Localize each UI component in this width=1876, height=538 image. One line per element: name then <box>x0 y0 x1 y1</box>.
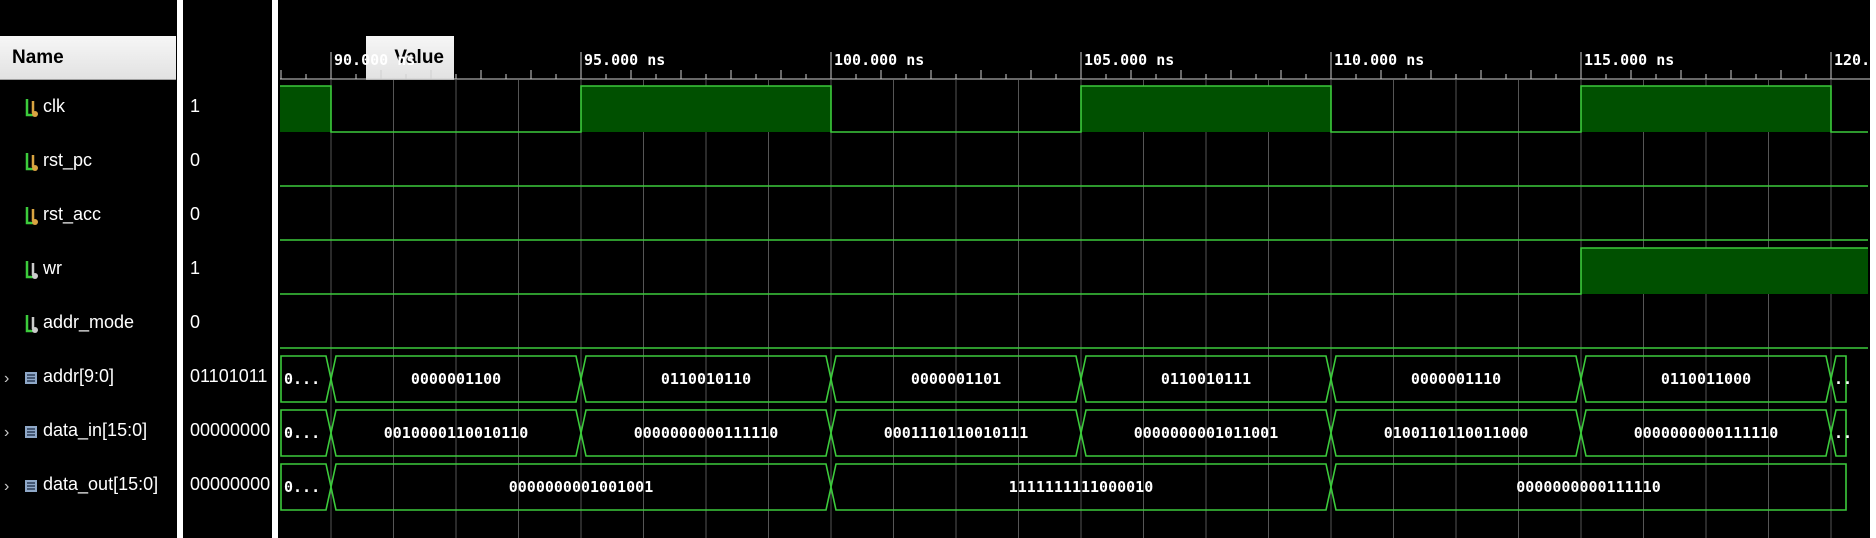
bus-value-label: 0110010111 <box>1161 370 1251 388</box>
bus-value-label: 1111111111000010 <box>1009 478 1154 496</box>
time-label: 105.000 ns <box>1084 51 1174 69</box>
signal-name: data_out[15:0] <box>43 474 159 494</box>
bus-value-label: 0110010110 <box>661 370 751 388</box>
time-label: 120. <box>1834 51 1870 69</box>
signal-value: 00000000 <box>190 420 271 440</box>
signal-row[interactable]: clk <box>0 82 176 136</box>
signal-value: 1 <box>190 96 201 116</box>
wave-high-fill <box>280 86 331 132</box>
signal-bit-icon <box>25 261 38 279</box>
signal-row[interactable]: rst_pc <box>0 136 176 190</box>
signal-name: clk <box>43 96 65 116</box>
signal-name: data_in[15:0] <box>43 420 148 440</box>
bus-value-label: 0... <box>284 370 320 388</box>
signal-bit-icon <box>25 207 38 225</box>
signal-bus-icon <box>25 372 37 384</box>
bus-value-label: 0000001100 <box>411 370 501 388</box>
signal-bit-icon <box>25 315 38 333</box>
signal-value: 00000000 <box>190 474 271 494</box>
wave-high-fill <box>1581 86 1831 132</box>
bus-value-label: .. <box>1834 424 1852 442</box>
signal-bit-icon <box>25 99 38 117</box>
signal-value: 0 <box>190 150 201 170</box>
signal-row[interactable]: › data_out[15:0] <box>0 460 176 514</box>
expand-chevron-icon[interactable]: › <box>4 424 9 442</box>
signal-row[interactable]: › addr[9:0] <box>0 352 176 406</box>
bus-value-label: 0000001110 <box>1411 370 1501 388</box>
signal-name: rst_pc <box>43 150 93 170</box>
signal-name: addr[9:0] <box>43 366 115 386</box>
time-label: 110.000 ns <box>1334 51 1424 69</box>
bus-value-label: 0100110110011000 <box>1384 424 1529 442</box>
wave-high-fill <box>1581 248 1868 294</box>
expand-chevron-icon[interactable]: › <box>4 370 9 388</box>
wave-high-fill <box>581 86 831 132</box>
bus-value-label: 0000000000111110 <box>634 424 779 442</box>
signal-name: wr <box>43 258 62 278</box>
signal-bus-icon <box>25 480 37 492</box>
waveform-canvas[interactable]: 90.000 ns 95.000 ns 100.000 ns 105.000 ns 11… <box>278 0 1876 538</box>
time-label: 95.000 ns <box>584 51 665 69</box>
bus-value-label: 0000000000111110 <box>1634 424 1779 442</box>
signal-name: rst_acc <box>43 204 102 224</box>
bus-value-label: 0000000000111110 <box>1516 478 1661 496</box>
waveform-viewer[interactable]: 90.000 ns 95.000 ns 100.000 ns 105.000 ns 11… <box>278 0 1876 538</box>
signal-row[interactable]: rst_acc <box>0 190 176 244</box>
signal-value: 0 <box>190 204 201 224</box>
time-label: 100.000 ns <box>834 51 924 69</box>
bus-value-label: .. <box>1834 370 1852 388</box>
signal-bus-icon <box>25 426 37 438</box>
bus-value-label: 0000000001001001 <box>509 478 654 496</box>
bus-value-label: 0... <box>284 478 320 496</box>
signal-row[interactable]: wr <box>0 244 176 298</box>
signal-value: 1 <box>190 258 201 278</box>
signal-value: 01101011 <box>190 366 268 386</box>
bus-value-label: 0... <box>284 424 320 442</box>
signal-name: addr_mode <box>43 312 135 332</box>
signal-bit-icon <box>25 153 38 171</box>
expand-chevron-icon[interactable]: › <box>4 478 9 496</box>
bus-value-label: 0010000110010110 <box>384 424 529 442</box>
time-label: 115.000 ns <box>1584 51 1674 69</box>
name-column-header[interactable]: Name <box>0 36 176 80</box>
wave-high-fill <box>1081 86 1331 132</box>
vertical-scrollbar <box>1870 0 1876 538</box>
bus-value-label: 0000000001011001 <box>1134 424 1279 442</box>
bus-value-label: 0001110110010111 <box>884 424 1029 442</box>
signal-row[interactable]: › data_in[15:0] <box>0 406 176 460</box>
signal-row[interactable]: addr_mode <box>0 298 176 352</box>
signal-value: 0 <box>190 312 201 332</box>
bus-value-label: 0000001101 <box>911 370 1001 388</box>
bus-value-label: 0110011000 <box>1661 370 1751 388</box>
time-label: 90.000 ns <box>334 51 415 69</box>
